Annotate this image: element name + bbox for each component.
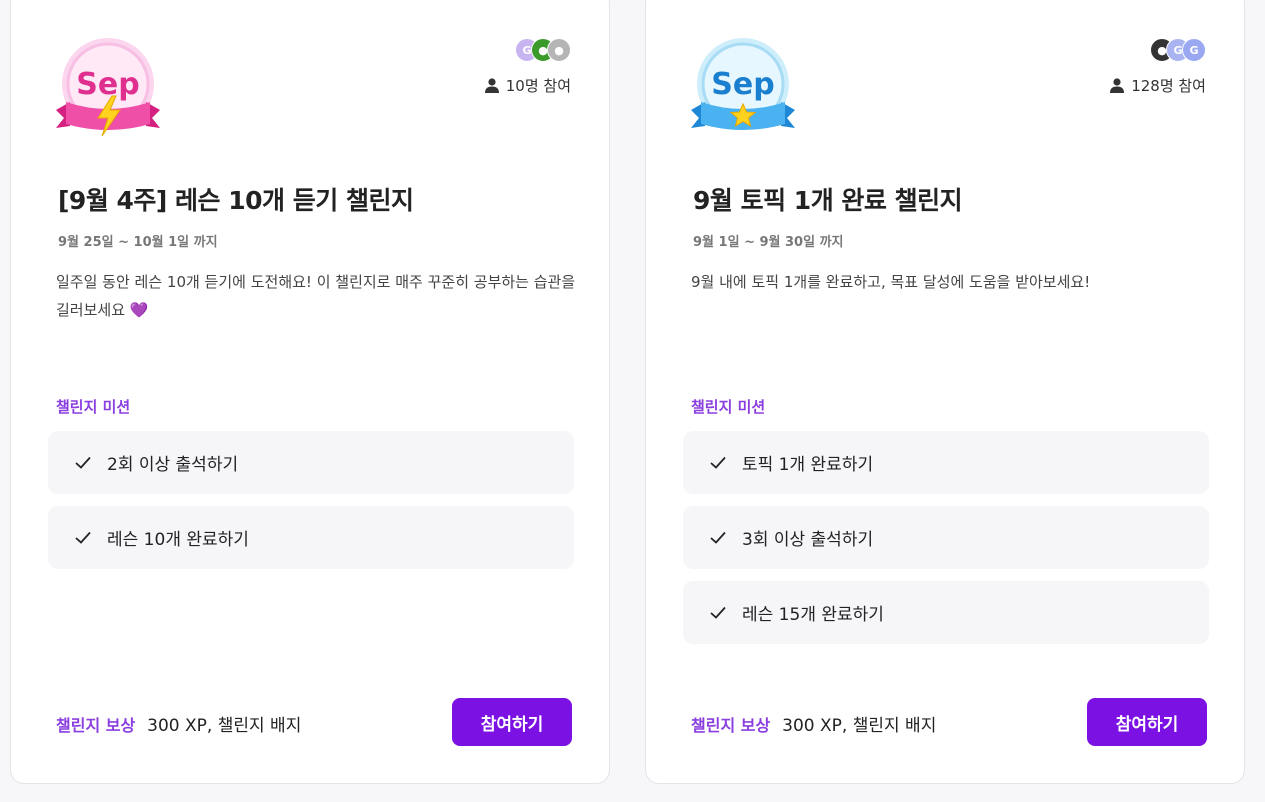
check-icon xyxy=(710,456,726,469)
check-icon xyxy=(75,531,91,544)
sep-badge-icon: Sep xyxy=(689,36,797,144)
sep-badge-icon: Sep xyxy=(54,36,162,144)
join-button[interactable]: 참여하기 xyxy=(1087,698,1207,746)
challenge-title: 9월 토픽 1개 완료 챌린지 xyxy=(693,186,963,215)
mission-item: 레슨 15개 완료하기 xyxy=(683,581,1209,644)
mission-text: 2회 이상 출석하기 xyxy=(107,455,239,475)
challenge-description: 9월 내에 토픽 1개를 완료하고, 목표 달성에 도움을 받아보세요! xyxy=(691,268,1211,296)
mission-label: 챌린지 미션 xyxy=(691,398,766,416)
challenge-title: [9월 4주] 레슨 10개 듣기 챌린지 xyxy=(58,186,414,215)
mission-text: 3회 이상 출석하기 xyxy=(742,530,874,550)
mission-list: 토픽 1개 완료하기 3회 이상 출석하기 레슨 15개 완료하기 xyxy=(683,431,1209,656)
reward-value: 300 XP, 챌린지 배지 xyxy=(782,716,937,736)
challenge-description: 일주일 동안 레슨 10개 듣기에 도전해요! 이 챌린지로 매주 꾸준히 공부… xyxy=(56,268,576,324)
mission-text: 레슨 10개 완료하기 xyxy=(107,530,249,550)
mission-item: 토픽 1개 완료하기 xyxy=(683,431,1209,494)
challenge-date: 9월 25일 ~ 10월 1일 까지 xyxy=(58,235,218,250)
join-button[interactable]: 참여하기 xyxy=(452,698,572,746)
participant-text: 10명 참여 xyxy=(505,77,571,95)
mission-label: 챌린지 미션 xyxy=(56,398,131,416)
mission-text: 레슨 15개 완료하기 xyxy=(742,605,884,625)
purple-heart-icon: 💜 xyxy=(129,301,149,319)
mission-item: 2회 이상 출석하기 xyxy=(48,431,574,494)
mission-item: 레슨 10개 완료하기 xyxy=(48,506,574,569)
reward: 챌린지 보상 300 XP, 챌린지 배지 xyxy=(56,711,302,737)
svg-text:Sep: Sep xyxy=(711,67,774,102)
avatar-icon: G xyxy=(1182,38,1206,62)
svg-text:Sep: Sep xyxy=(76,67,139,102)
reward: 챌린지 보상 300 XP, 챌린지 배지 xyxy=(691,711,937,737)
participant-count: 128명 참여 xyxy=(1110,75,1206,96)
mission-list: 2회 이상 출석하기 레슨 10개 완료하기 xyxy=(48,431,574,581)
mission-item: 3회 이상 출석하기 xyxy=(683,506,1209,569)
participant-text: 128명 참여 xyxy=(1131,77,1206,95)
description-text: 9월 내에 토픽 1개를 완료하고, 목표 달성에 도움을 받아보세요! xyxy=(691,273,1091,291)
challenge-date: 9월 1일 ~ 9월 30일 까지 xyxy=(693,235,844,250)
person-icon xyxy=(1110,78,1125,93)
challenge-card: Sep ● G G 128명 참여 9월 토픽 1개 완료 챌린지 9월 1일 … xyxy=(645,0,1245,784)
participant-avatars: G ● ● xyxy=(515,38,571,64)
person-icon xyxy=(484,78,499,93)
reward-label: 챌린지 보상 xyxy=(56,715,136,735)
participant-avatars: ● G G xyxy=(1150,38,1206,64)
reward-value: 300 XP, 챌린지 배지 xyxy=(147,716,302,736)
check-icon xyxy=(710,531,726,544)
reward-label: 챌린지 보상 xyxy=(691,715,771,735)
avatar-icon: ● xyxy=(547,38,571,62)
check-icon xyxy=(710,606,726,619)
mission-text: 토픽 1개 완료하기 xyxy=(742,455,874,475)
challenge-card: Sep G ● ● 10명 참여 [9월 4주] 레슨 10개 듣기 챌린지 9… xyxy=(10,0,610,784)
participant-count: 10명 참여 xyxy=(484,75,571,96)
check-icon xyxy=(75,456,91,469)
